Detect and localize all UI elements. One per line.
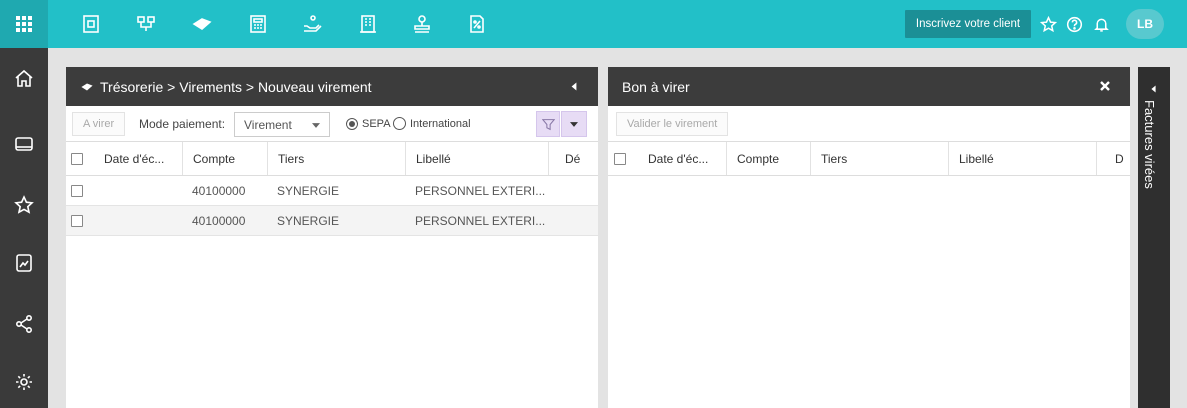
row-checkbox[interactable] — [71, 215, 83, 227]
money-icon — [81, 83, 93, 90]
column-libelle[interactable]: Libellé — [948, 142, 1096, 175]
paid-invoices-tab[interactable]: Factures virées — [1138, 67, 1170, 408]
top-bar: Inscrivez votre client LB — [0, 0, 1187, 48]
home-icon[interactable] — [12, 66, 36, 90]
help-icon[interactable] — [1063, 13, 1085, 35]
stamp-icon[interactable] — [410, 12, 434, 36]
star-icon[interactable] — [12, 193, 36, 217]
apps-menu-button[interactable] — [0, 0, 48, 48]
cell-compte: 40100000 — [192, 213, 246, 228]
transfer-toolbar: A virer Mode paiement: Virement SEPA Int… — [66, 106, 598, 141]
cell-tiers: SYNERGIE — [277, 213, 340, 228]
screen-icon[interactable] — [12, 132, 36, 156]
table-row[interactable]: 40100000 SYNERGIE PERSONNEL EXTERI... — [66, 206, 598, 236]
transfer-slip-panel: Bon à virer Valider le virement Date d'é… — [608, 67, 1130, 408]
paid-invoices-label: Factures virées — [1142, 100, 1157, 189]
select-all-checkbox[interactable] — [71, 153, 83, 165]
a-virer-button[interactable]: A virer — [72, 112, 126, 136]
user-avatar[interactable]: LB — [1126, 9, 1164, 39]
calculator-icon[interactable] — [246, 12, 270, 36]
percent-document-icon[interactable] — [465, 12, 489, 36]
table-row[interactable]: 40100000 SYNERGIE PERSONNEL EXTERI... — [66, 176, 598, 206]
panel-header: Bon à virer — [608, 67, 1130, 106]
breadcrumb: Trésorerie > Virements > Nouveau viremen… — [100, 78, 372, 95]
sepa-label: SEPA — [362, 118, 391, 130]
column-date[interactable]: Date d'éc... — [638, 142, 726, 175]
validate-transfer-button[interactable]: Valider le virement — [616, 112, 729, 136]
slip-toolbar: Valider le virement — [608, 106, 1130, 141]
column-description[interactable]: D — [1096, 142, 1130, 175]
hand-coin-icon[interactable] — [300, 12, 324, 36]
money-icon[interactable] — [190, 12, 214, 36]
international-radio[interactable] — [393, 117, 406, 130]
register-client-button[interactable]: Inscrivez votre client — [905, 10, 1031, 38]
cell-compte: 40100000 — [192, 183, 246, 198]
favorites-star-icon[interactable] — [1037, 13, 1059, 35]
cell-libelle: PERSONNEL EXTERI... — [415, 213, 546, 228]
row-checkbox[interactable] — [71, 185, 83, 197]
org-chart-icon[interactable] — [134, 12, 158, 36]
payment-mode-label: Mode paiement: — [139, 117, 226, 131]
filter-button[interactable] — [536, 111, 560, 137]
collapse-arrow-icon[interactable] — [570, 82, 578, 91]
share-icon[interactable] — [12, 312, 36, 336]
new-transfer-panel: Trésorerie > Virements > Nouveau viremen… — [66, 67, 598, 408]
column-compte[interactable]: Compte — [726, 142, 810, 175]
filter-options-dropdown[interactable] — [561, 111, 587, 137]
left-sidebar — [0, 48, 48, 408]
panel-header: Trésorerie > Virements > Nouveau viremen… — [66, 67, 598, 106]
notification-bell-icon[interactable] — [1090, 13, 1112, 35]
column-date[interactable]: Date d'éc... — [94, 142, 182, 175]
cell-libelle: PERSONNEL EXTERI... — [415, 183, 546, 198]
select-all-checkbox[interactable] — [614, 153, 626, 165]
close-icon[interactable] — [1100, 81, 1110, 91]
payment-mode-select[interactable]: Virement — [234, 112, 330, 137]
right-table-header: Date d'éc... Compte Tiers Libellé D — [608, 141, 1130, 176]
document-icon[interactable] — [79, 12, 103, 36]
chevron-down-icon — [570, 121, 578, 127]
chart-document-icon[interactable] — [12, 251, 36, 275]
expand-arrow-icon — [1151, 85, 1156, 93]
column-compte[interactable]: Compte — [182, 142, 267, 175]
sepa-radio[interactable] — [346, 118, 358, 130]
international-label: International — [410, 118, 471, 130]
payment-mode-value: Virement — [244, 117, 292, 132]
cell-tiers: SYNERGIE — [277, 183, 340, 198]
column-tiers[interactable]: Tiers — [267, 142, 405, 175]
chevron-down-icon — [312, 123, 320, 128]
apps-grid-icon — [16, 16, 32, 32]
column-tiers[interactable]: Tiers — [810, 142, 948, 175]
left-table-header: Date d'éc... Compte Tiers Libellé Dé — [66, 141, 598, 176]
column-description[interactable]: Dé — [548, 142, 598, 175]
settings-icon[interactable] — [12, 370, 36, 394]
filter-icon — [541, 118, 555, 130]
building-icon[interactable] — [356, 12, 380, 36]
panel-title: Bon à virer — [622, 78, 690, 95]
column-libelle[interactable]: Libellé — [405, 142, 548, 175]
